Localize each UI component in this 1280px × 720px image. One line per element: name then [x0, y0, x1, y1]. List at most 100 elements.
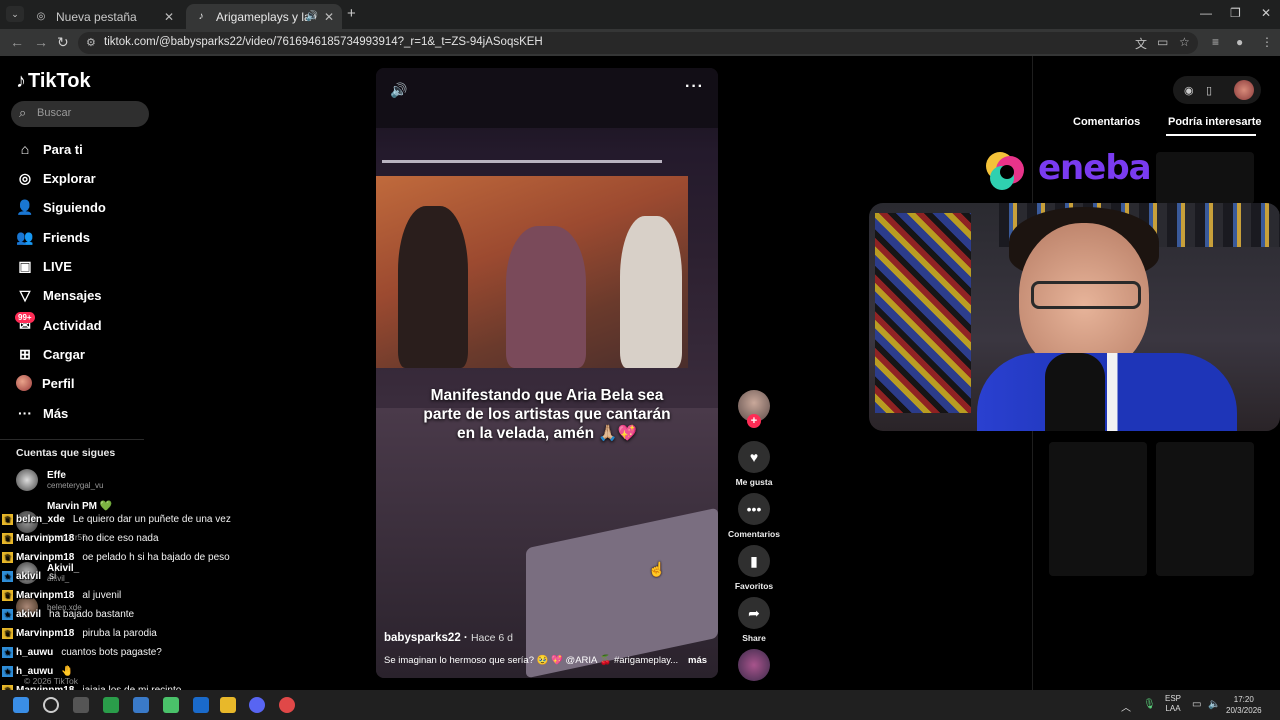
search-input[interactable]: ⌕ Buscar — [11, 101, 149, 127]
search-icon: ⌕ — [19, 105, 27, 120]
tab-title: Arigameplays y la velada de — [216, 9, 316, 24]
coin-icon[interactable]: ◉ — [1184, 84, 1194, 97]
address-bar: ← → ↻ ⚙ tiktok.com/@babysparks22/video/7… — [0, 29, 1280, 56]
compass-icon: ◎ — [18, 169, 32, 186]
following-account[interactable]: Effe cemeterygal_vu — [16, 469, 103, 491]
following-icon: 👤 — [16, 198, 34, 215]
nav-cargar[interactable]: ⊞ Cargar — [16, 343, 85, 365]
nav-perfil[interactable]: Perfil — [16, 372, 75, 394]
obs-icon[interactable] — [279, 697, 295, 713]
more-link[interactable]: más — [688, 655, 707, 666]
post-age: Hace 6 d — [470, 632, 513, 644]
chat-text: oe pelado h si ha bajado de peso — [82, 552, 230, 563]
tab-tiktok[interactable]: ♪ Arigameplays y la velada de 🔊 ✕ — [186, 4, 342, 29]
suggested-video[interactable] — [1156, 152, 1254, 204]
favorites-button[interactable]: ▮ Favoritos — [726, 545, 782, 591]
profile-icon[interactable]: ● — [1236, 35, 1243, 49]
back-icon[interactable]: ← — [10, 34, 24, 50]
folder-icon[interactable] — [220, 697, 236, 713]
app-icon[interactable] — [133, 697, 149, 713]
crown-badge-icon: ♛ — [2, 533, 13, 544]
chat-message: ♛ Marvinpm18 piruba la parodia — [2, 628, 157, 639]
forward-icon[interactable]: → — [34, 34, 48, 50]
follow-plus-icon[interactable]: + — [747, 414, 761, 428]
volume-icon[interactable]: 🔊 — [390, 82, 407, 99]
nav-live[interactable]: ▣ LIVE — [16, 255, 72, 277]
nav-friends[interactable]: 👥 Friends — [16, 226, 90, 248]
tiktok-logo[interactable]: ♪ TikTok — [16, 70, 91, 93]
streamer-shirt — [977, 353, 1237, 431]
user-avatar[interactable] — [1234, 80, 1254, 100]
comments-button[interactable]: ••• Comentarios — [726, 493, 782, 539]
like-button[interactable]: ♥ Me gusta — [726, 441, 782, 487]
new-tab-button[interactable]: + — [347, 5, 356, 22]
task-view-icon[interactable] — [73, 697, 89, 713]
window-close-icon[interactable]: ✕ — [1261, 6, 1271, 20]
chat-username: Marvinpm18 — [16, 552, 75, 563]
tab-new-tab[interactable]: ◎ Nueva pestaña ✕ — [26, 4, 182, 29]
tab-search-icon[interactable]: ⌄ — [6, 6, 24, 22]
tab-comentarios[interactable]: Comentarios — [1073, 116, 1140, 128]
nav-label: Para ti — [43, 141, 83, 157]
mic-icon[interactable]: 🎙 — [1143, 699, 1156, 710]
install-icon[interactable]: ▭ — [1157, 35, 1168, 49]
suggested-video[interactable] — [1156, 442, 1254, 576]
nav-para-ti[interactable]: ⌂ Para ti — [16, 138, 83, 160]
suggested-video[interactable] — [1049, 442, 1147, 576]
menu-icon[interactable]: ⋮ — [1261, 35, 1273, 49]
avatar — [16, 469, 38, 491]
star-icon[interactable]: ☆ — [1179, 35, 1190, 49]
search-icon[interactable] — [43, 697, 59, 713]
video-player[interactable]: 🔊 ··· Manifestando que Aria Bela sea par… — [376, 68, 718, 678]
omnibox[interactable]: ⚙ tiktok.com/@babysparks22/video/7616946… — [78, 32, 1198, 54]
nav-mas[interactable]: ··· Más — [16, 402, 68, 424]
chat-username: belen_xde — [16, 514, 65, 525]
app-icon[interactable] — [193, 697, 209, 713]
clock[interactable]: 17:20 20/3/2026 — [1226, 694, 1262, 716]
action-label: Comentarios — [728, 529, 780, 539]
streamer-glasses — [1031, 281, 1141, 309]
nav-explorar[interactable]: ◎ Explorar — [16, 167, 96, 189]
minimize-icon[interactable]: — — [1200, 6, 1212, 20]
xbox-icon[interactable] — [103, 697, 119, 713]
media-icon[interactable]: ≡ — [1212, 35, 1219, 49]
music-disc[interactable] — [738, 649, 770, 681]
restore-icon[interactable]: ❐ — [1230, 6, 1241, 20]
tab-podria-interesarte[interactable]: Podría interesarte — [1168, 116, 1262, 128]
site-info-icon[interactable]: ⚙ — [86, 36, 96, 49]
close-icon[interactable]: ✕ — [164, 10, 174, 24]
tray-chevron-icon[interactable]: ︿ — [1121, 699, 1131, 714]
language-indicator[interactable]: ESP LAA — [1165, 694, 1181, 714]
start-icon[interactable] — [13, 697, 29, 713]
volume-icon[interactable]: 🔈 — [1208, 699, 1220, 710]
chat-text: al juvenil — [82, 590, 122, 601]
share-button[interactable]: ➦ Share — [726, 597, 782, 643]
close-icon[interactable]: ✕ — [324, 10, 334, 24]
video-author[interactable]: babysparks22 · Hace 6 d — [384, 632, 513, 644]
chat-username: Marvinpm18 — [16, 590, 75, 601]
chat-username: Marvinpm18 — [16, 628, 75, 639]
messages-icon: ▽ — [19, 286, 31, 303]
reload-icon[interactable]: ↻ — [57, 34, 69, 51]
mouse-cursor-icon: ☝ — [648, 561, 666, 577]
bookmark-icon: ▮ — [738, 545, 770, 577]
nav-mensajes[interactable]: ▽ Mensajes — [16, 284, 102, 306]
display-icon[interactable]: ▭ — [1192, 699, 1201, 710]
nav-label: Actividad — [43, 317, 102, 333]
video-description: Se imaginan lo hermoso que sería? 🥹 💖 @A… — [384, 655, 679, 666]
date: 20/3/2026 — [1226, 706, 1262, 715]
speaker-icon[interactable]: 🔊 — [306, 11, 318, 22]
nav-siguiendo[interactable]: 👤 Siguiendo — [16, 196, 106, 218]
comment-icon: ••• — [738, 493, 770, 525]
chat-text: ha bajado bastante — [49, 609, 135, 620]
discord-icon[interactable] — [249, 697, 265, 713]
author-name[interactable]: babysparks22 — [384, 632, 461, 644]
translate-icon[interactable]: 文 — [1135, 35, 1147, 52]
more-options-icon[interactable]: ··· — [685, 78, 704, 96]
crown-badge-icon: ♛ — [2, 514, 13, 525]
time: 17:20 — [1233, 695, 1254, 704]
device-icon[interactable]: ▯ — [1206, 84, 1212, 97]
chat-message: ★ h_auwu cuantos bots pagaste? — [2, 647, 162, 658]
app-icon[interactable] — [163, 697, 179, 713]
url-text[interactable]: tiktok.com/@babysparks22/video/761694618… — [104, 36, 543, 48]
